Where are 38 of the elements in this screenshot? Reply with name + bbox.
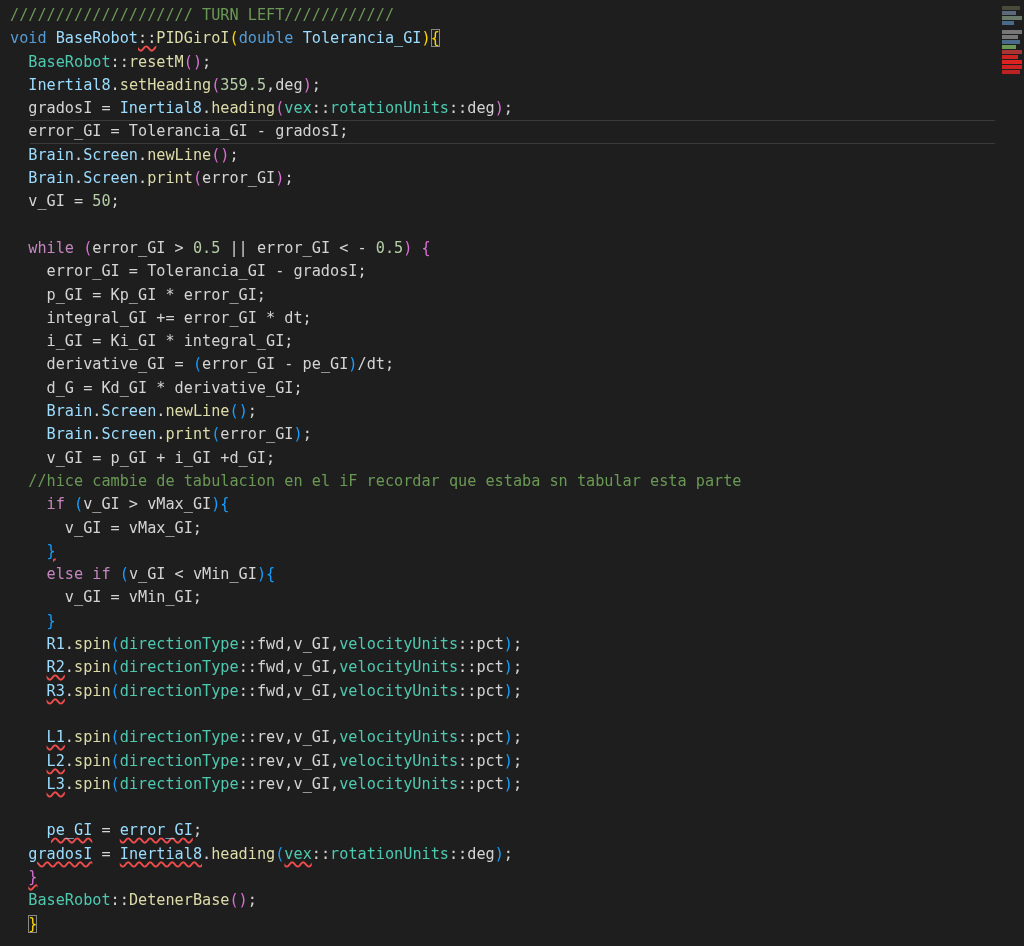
code-line: BaseRobot::resetM(); <box>28 52 212 71</box>
code-line: derivative_GI = (error_GI - pe_GI)/dt; <box>46 355 395 374</box>
code-line: R3.spin(directionType::fwd,v_GI,velocityUnits::pct); <box>46 681 523 700</box>
code-line: //////////////////// TURN LEFT//////////// <box>10 6 395 24</box>
code-line: if (v_GI > vMax_GI){ <box>46 495 230 514</box>
code-line: error_GI = Tolerancia_GI - gradosI; <box>46 262 367 281</box>
code-line: } <box>28 914 38 933</box>
code-line: gradosI = Inertial8.heading(vex::rotationUnits::deg); <box>28 844 513 863</box>
code-line: v_GI = vMin_GI; <box>64 588 202 607</box>
code-line: v_GI = p_GI + i_GI +d_GI; <box>46 448 276 467</box>
code-line: R2.spin(directionType::fwd,v_GI,velocityUnits::pct); <box>46 658 523 677</box>
code-line: Brain.Screen.print(error_GI); <box>28 169 294 188</box>
code-line: } <box>28 868 38 886</box>
code-line: BaseRobot::DetenerBase(); <box>28 891 257 910</box>
code-line: L1.spin(directionType::rev,v_GI,velocityUnits::pct); <box>46 728 523 747</box>
code-line: } <box>46 541 56 560</box>
code-line: gradosI = Inertial8.heading(vex::rotationUnits::deg); <box>28 99 513 118</box>
code-line: else if (v_GI < vMin_GI){ <box>46 565 276 584</box>
code-line: R1.spin(directionType::fwd,v_GI,velocityUnits::pct); <box>46 635 523 653</box>
code-line: v_GI = 50; <box>28 192 120 211</box>
code-line: //hice cambie de tabulacion en el iF recordar que estaba sn tabular esta parte <box>28 471 742 490</box>
code-line: L3.spin(directionType::rev,v_GI,velocityUnits::pct); <box>46 774 523 793</box>
code-line: Inertial8.setHeading(359.5,deg); <box>28 75 321 94</box>
code-line: p_GI = Kp_GI * error_GI; <box>46 285 266 304</box>
code-line: Brain.Screen.print(error_GI); <box>46 425 312 444</box>
code-line: d_G = Kd_GI * derivative_GI; <box>46 378 303 397</box>
code-line: error_GI = Tolerancia_GI - gradosI; <box>28 122 349 141</box>
code-line: pe_GI = error_GI; <box>46 821 203 840</box>
code-line: void BaseRobot::PIDGiroI(double Tolerancia_GI){ <box>10 29 440 48</box>
code-line: integral_GI += error_GI * dt; <box>46 308 312 327</box>
code-line: v_GI = vMax_GI; <box>64 518 202 537</box>
code-line: Brain.Screen.newLine(); <box>28 145 239 164</box>
code-line: Brain.Screen.newLine(); <box>46 402 257 421</box>
code-line: while (error_GI > 0.5 || error_GI < - 0.5) { <box>28 238 431 257</box>
code-line: i_GI = Ki_GI * integral_GI; <box>46 332 294 351</box>
code-line: L2.spin(directionType::rev,v_GI,velocityUnits::pct); <box>46 751 523 770</box>
code-line: } <box>46 611 56 630</box>
minimap-drawing[interactable] <box>1002 6 1024 74</box>
